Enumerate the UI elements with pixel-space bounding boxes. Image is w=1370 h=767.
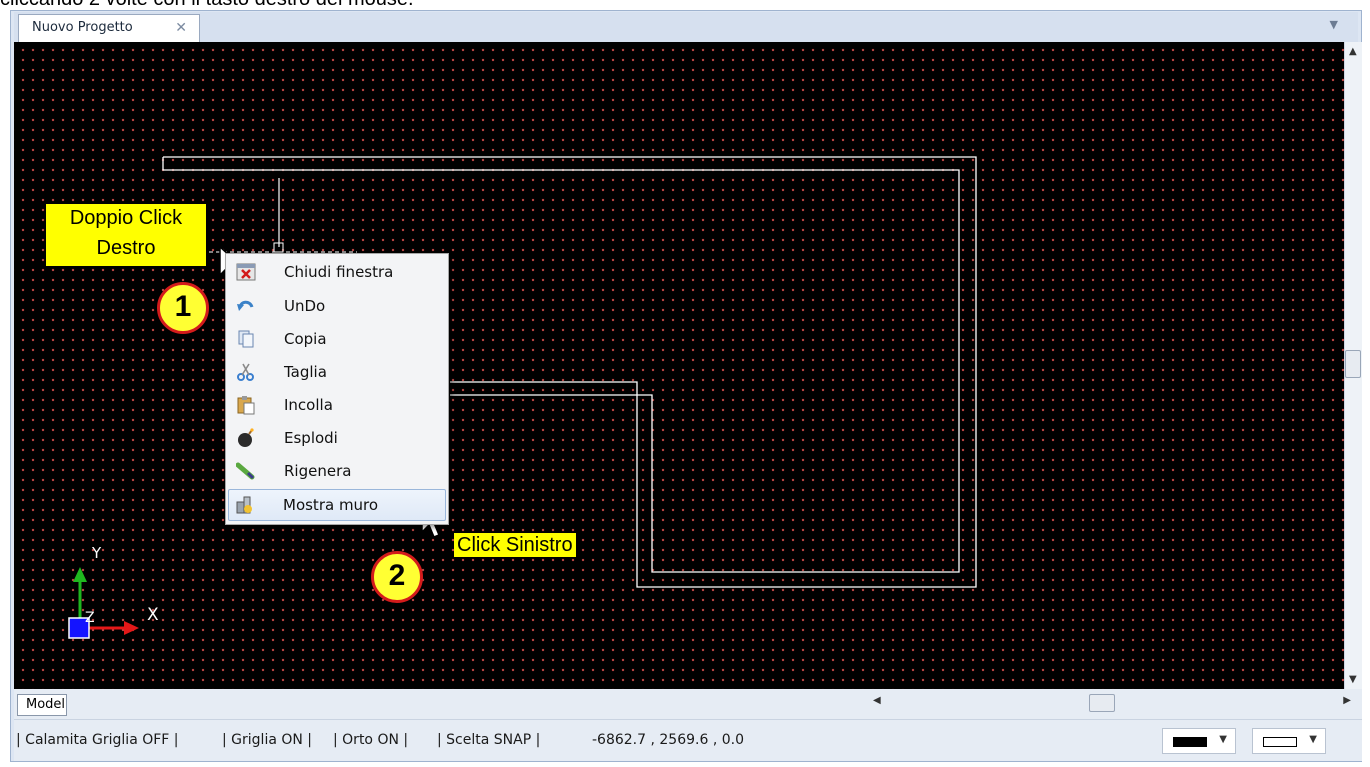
menu-item-esplodi[interactable]: Esplodi (228, 422, 446, 454)
color-picker-2[interactable]: ▼ (1252, 728, 1326, 754)
status-griglia[interactable]: | Griglia ON | (222, 732, 312, 748)
menu-item-label: Incolla (284, 396, 333, 414)
menu-item-label: Copia (284, 330, 327, 348)
menu-item-taglia[interactable]: Taglia (228, 356, 446, 388)
axis-x-label: X (147, 605, 159, 625)
tab-title: Nuovo Progetto (32, 20, 133, 35)
scroll-right-icon[interactable]: ▶ (1343, 695, 1351, 706)
status-bar: | Calamita Griglia OFF | | Griglia ON | … (14, 719, 1362, 761)
tab-model[interactable]: Model (17, 694, 67, 716)
callout-line-1: Doppio Click (69, 207, 183, 229)
scroll-left-icon[interactable]: ◀ (873, 695, 881, 706)
bomb-icon (238, 428, 254, 447)
scissors-icon (237, 363, 254, 381)
regenerate-icon (236, 462, 255, 480)
close-tab-icon[interactable]: ✕ (175, 15, 187, 41)
menu-item-rigenera[interactable]: Rigenera (228, 455, 446, 487)
menu-item-mostra-muro[interactable]: Mostra muro (228, 489, 446, 521)
axis-z-label: Z (85, 610, 95, 626)
step-badge-2: 2 (371, 551, 423, 603)
copy-icon (238, 330, 254, 348)
status-calamita-griglia[interactable]: | Calamita Griglia OFF | (16, 732, 179, 748)
color-picker-1[interactable]: ▼ (1162, 728, 1236, 754)
menu-item-label: Rigenera (284, 462, 352, 480)
status-coordinates: -6862.7 , 2569.6 , 0.0 (592, 732, 744, 748)
menu-item-label: Mostra muro (283, 496, 379, 514)
step-badge-1: 1 (157, 282, 209, 334)
menu-item-undo[interactable]: UnDo (228, 290, 446, 322)
close-window-icon (236, 263, 256, 281)
drawing-svg: Y X Z (68, 156, 977, 639)
drawing-canvas[interactable]: Y X Z (14, 42, 1344, 689)
callout-line-2: Destro (96, 237, 156, 259)
callout-left-click: Click Sinistro (454, 533, 576, 557)
color-swatch-white (1263, 737, 1297, 747)
menu-item-label: Taglia (284, 363, 327, 381)
horizontal-scroll-thumb[interactable] (1089, 694, 1115, 712)
vertical-scrollbar[interactable]: ▲ ▼ (1344, 42, 1362, 689)
horizontal-scrollbar[interactable]: ◀ ▶ (859, 692, 1355, 714)
scroll-down-icon[interactable]: ▼ (1349, 674, 1357, 685)
menu-item-label: UnDo (284, 297, 326, 315)
menu-item-label: Esplodi (284, 429, 338, 447)
tab-list-dropdown-icon[interactable]: ▼ (1330, 18, 1338, 31)
vertical-scroll-thumb[interactable] (1345, 350, 1361, 378)
chevron-down-icon: ▼ (1309, 734, 1317, 745)
menu-item-incolla[interactable]: Incolla (228, 389, 446, 421)
axis-y-label: Y (91, 544, 102, 562)
scroll-up-icon[interactable]: ▲ (1349, 46, 1357, 57)
ucs-axis-icon (68, 567, 139, 639)
menu-item-chiudi-finestra[interactable]: Chiudi finestra (228, 256, 446, 288)
status-orto[interactable]: | Orto ON | (333, 732, 408, 748)
status-scelta-snap[interactable]: | Scelta SNAP | (437, 732, 540, 748)
menu-item-label: Chiudi finestra (284, 263, 394, 281)
instruction-caption: cliccando 2 volte con il tasto destro de… (0, 0, 1370, 10)
callout-double-right-click: Doppio Click Destro (46, 204, 206, 266)
chevron-down-icon: ▼ (1219, 734, 1227, 745)
context-menu: Chiudi finestra UnDo Copia Taglia Incoll… (225, 253, 449, 525)
document-tab-bar: Nuovo Progetto ✕ ▼ (14, 12, 1358, 42)
show-wall-icon (236, 496, 252, 514)
color-swatch-black (1173, 737, 1207, 747)
layout-tab-row: Model ◀ ▶ (14, 689, 1362, 719)
menu-item-copia[interactable]: Copia (228, 323, 446, 355)
tab-nuovo-progetto[interactable]: Nuovo Progetto ✕ (18, 14, 200, 42)
paste-icon (237, 396, 255, 415)
undo-icon (237, 300, 254, 311)
